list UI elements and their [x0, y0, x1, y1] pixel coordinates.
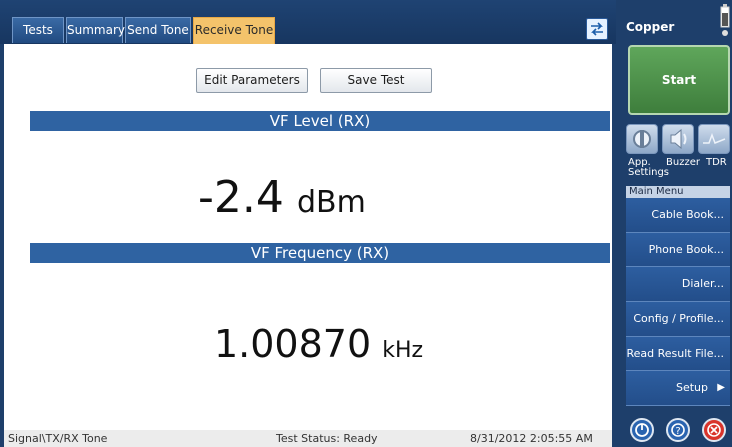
vf-frequency-value: 1.00870 — [214, 322, 372, 366]
speaker-icon — [670, 128, 687, 150]
tab-summary[interactable]: Summary — [66, 17, 125, 43]
menu-item-setup[interactable]: Setup ▶ — [626, 371, 730, 407]
vf-frequency-unit: kHz — [382, 338, 424, 363]
tab-receive-tone[interactable]: Receive Tone — [193, 17, 275, 44]
menu-item-dialer[interactable]: Dialer... — [626, 267, 730, 303]
help-button[interactable]: ? — [666, 418, 690, 442]
tab-send-tone[interactable]: Send Tone — [125, 17, 191, 43]
status-datetime: 8/31/2012 2:05:55 AM — [470, 432, 593, 445]
vf-level-header: VF Level (RX) — [30, 111, 610, 131]
tdr-button[interactable] — [698, 124, 730, 154]
app-settings-label: App. Settings — [628, 157, 670, 178]
power-icon — [635, 423, 649, 437]
close-icon — [707, 423, 721, 437]
vf-level-unit: dBm — [296, 185, 366, 220]
bottom-toolbar: ? — [616, 412, 732, 447]
menu-item-cable-book[interactable]: Cable Book... — [626, 198, 730, 233]
sidebar-title: Copper — [626, 20, 675, 34]
info-button[interactable] — [630, 418, 654, 442]
status-bar: Signal\TX/RX Tone Test Status: Ready 8/3… — [4, 430, 612, 447]
swap-view-button[interactable] — [586, 18, 608, 40]
vf-frequency-readout: 1.00870 kHz — [214, 322, 423, 366]
tab-tests[interactable]: Tests — [12, 17, 64, 43]
start-button[interactable]: Start — [628, 45, 730, 115]
wrench-icon — [633, 130, 651, 148]
chevron-right-icon: ▶ — [717, 382, 725, 394]
battery-icon — [720, 4, 730, 36]
vf-level-readout: -2.4 dBm — [198, 172, 366, 223]
menu-item-phone-book[interactable]: Phone Book... — [626, 232, 730, 268]
app-settings-button[interactable] — [626, 124, 658, 154]
edit-parameters-button[interactable]: Edit Parameters — [196, 68, 308, 93]
swap-arrows-icon — [591, 22, 603, 36]
vf-level-value: -2.4 — [198, 172, 284, 223]
main-panel: Tests Summary Send Tone Receive Tone Edi… — [0, 0, 616, 447]
menu-item-setup-label: Setup — [675, 381, 708, 395]
help-icon: ? — [671, 423, 685, 437]
main-menu: Cable Book... Phone Book... Dialer... Co… — [626, 198, 730, 407]
menu-item-config-profile[interactable]: Config / Profile... — [626, 302, 730, 337]
buzzer-label: Buzzer — [666, 157, 700, 168]
main-menu-header: Main Menu — [626, 186, 730, 198]
buzzer-button[interactable] — [662, 124, 694, 154]
tdr-label: TDR — [706, 157, 727, 168]
close-button[interactable] — [702, 418, 726, 442]
sidebar: Copper Start App. Settings Buzzer TDR Ma… — [616, 0, 732, 447]
tab-bar: Tests Summary Send Tone Receive Tone — [0, 0, 616, 44]
status-path: Signal\TX/RX Tone — [8, 432, 108, 445]
svg-text:?: ? — [675, 426, 680, 437]
waveform-icon — [703, 132, 726, 144]
vf-frequency-header: VF Frequency (RX) — [30, 243, 610, 263]
test-content: Edit Parameters Save Test VF Level (RX) … — [4, 44, 612, 430]
menu-item-read-result-file[interactable]: Read Result File... — [626, 336, 730, 372]
test-status: Test Status: Ready — [276, 432, 378, 445]
save-test-button[interactable]: Save Test — [320, 68, 432, 93]
